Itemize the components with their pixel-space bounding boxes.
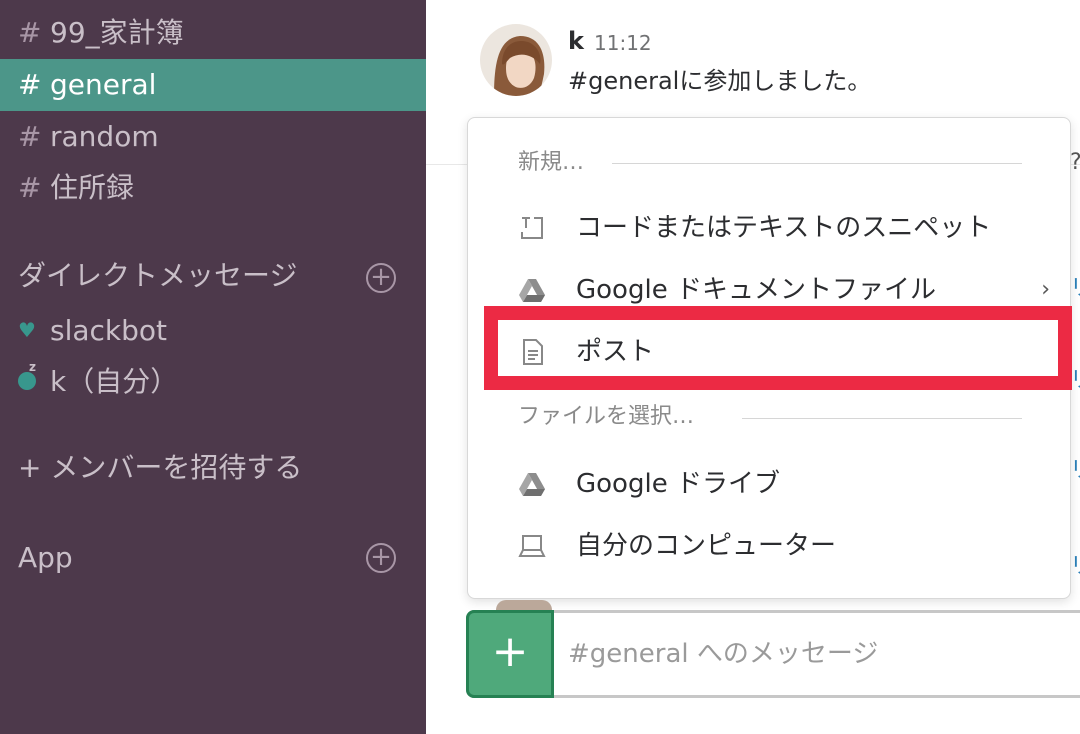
channel-address-book[interactable]: # 住所録: [0, 162, 426, 214]
computer-icon: [518, 535, 546, 557]
channel-name: general: [50, 68, 157, 101]
message-author[interactable]: k: [568, 26, 584, 56]
dm-slackbot[interactable]: ♥ slackbot: [18, 310, 167, 351]
channel-general[interactable]: # general: [0, 59, 426, 111]
dm-section-header[interactable]: ダイレクトメッセージ: [18, 256, 297, 296]
menu-header-new: 新規…: [518, 150, 585, 175]
menu-item-my-computer[interactable]: 自分のコンピューター: [498, 520, 1058, 572]
sidebar: #99_家計簿 # general # random # 住所録 ダイレクトメッセージ…: [0, 0, 426, 734]
menu-item-google-drive[interactable]: Google ドライブ: [498, 458, 1058, 510]
peek-link: リ: [1070, 276, 1080, 302]
avatar[interactable]: [480, 24, 552, 96]
channel-name: random: [50, 120, 159, 153]
peek-link: リ: [1070, 458, 1080, 484]
away-moon-icon: z: [18, 361, 36, 390]
peek-glyph: ?: [1070, 150, 1080, 176]
snippet-icon: [521, 217, 543, 239]
menu-item-snippet[interactable]: コードまたはテキストのスニペット: [498, 202, 1058, 254]
channel-99-kakeibo[interactable]: #99_家計簿: [0, 7, 426, 59]
channel-name: 住所録: [50, 171, 135, 204]
add-file-button[interactable]: +: [466, 610, 554, 698]
avatar: [496, 600, 552, 610]
google-drive-icon: [519, 473, 545, 496]
invite-members-link[interactable]: + メンバーを招待する: [18, 448, 302, 488]
google-drive-icon: [519, 279, 545, 302]
heart-icon: ♥: [18, 318, 36, 342]
menu-divider: [612, 163, 1022, 164]
add-dm-icon[interactable]: +: [366, 263, 396, 293]
message-text: #generalに参加しました。: [568, 67, 872, 95]
dm-self[interactable]: z k（自分）: [18, 361, 178, 402]
message-timestamp[interactable]: 11:12: [594, 30, 652, 56]
add-app-icon[interactable]: +: [366, 543, 396, 573]
menu-header-select-file: ファイルを選択…: [518, 404, 695, 429]
apps-section-header[interactable]: App: [18, 538, 73, 578]
highlight-box: [484, 306, 1072, 390]
channel-name: 99_家計簿: [50, 16, 184, 49]
channel-random[interactable]: # random: [0, 111, 426, 163]
peek-link: リ: [1070, 554, 1080, 580]
message-input[interactable]: [560, 628, 1076, 680]
menu-divider: [742, 418, 1022, 419]
